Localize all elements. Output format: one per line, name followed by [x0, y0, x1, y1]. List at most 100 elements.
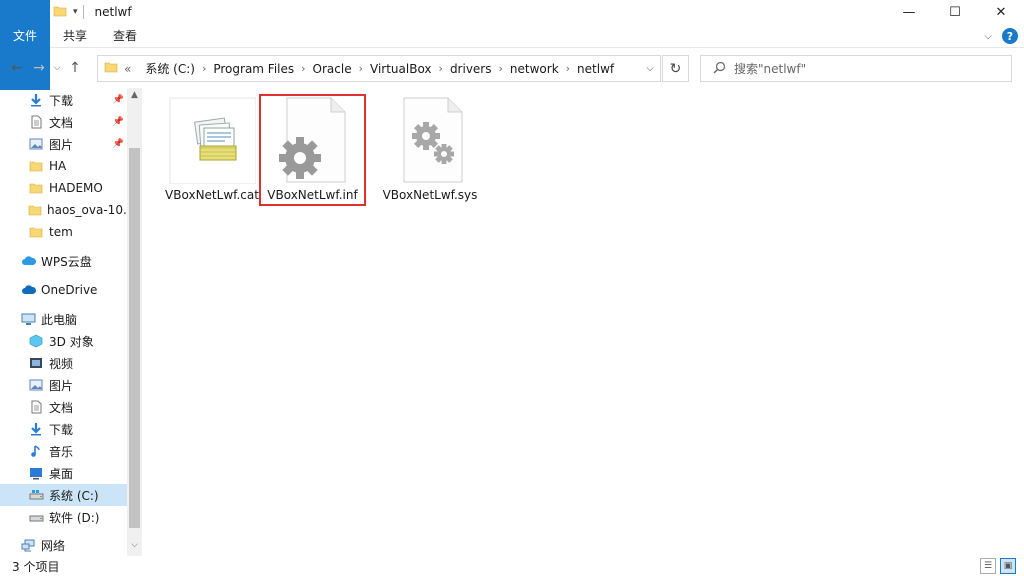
sidebar-item-label: 此电脑 — [41, 312, 78, 327]
sidebar-item-pictures[interactable]: 图片 — [0, 374, 128, 396]
file-name: VBoxNetLwf.inf — [267, 188, 358, 202]
sidebar-item-videos[interactable]: 视频 — [0, 352, 128, 374]
sidebar-item-hademo[interactable]: HADEMO — [0, 177, 128, 199]
sidebar-item-this-pc[interactable]: 此电脑 — [0, 308, 128, 330]
picture-icon — [28, 136, 44, 152]
tab-share[interactable]: 共享 — [50, 24, 100, 48]
3d-objects-icon — [28, 333, 44, 349]
sidebar-item-pictures-pinned[interactable]: 图片 📌 — [0, 133, 128, 155]
expand-ribbon-icon[interactable]: ⌵ — [984, 31, 992, 42]
navigation-pane-scrollbar[interactable]: ▲ ⌵ — [127, 88, 142, 556]
sidebar-item-haos-ova[interactable]: haos_ova-10.0. — [0, 199, 128, 221]
catalog-file-icon — [168, 96, 256, 184]
sidebar-item-downloads[interactable]: 下载 — [0, 418, 128, 440]
title-bar: ▾ netlwf — ☐ ✕ — [0, 0, 1024, 24]
sidebar-item-label: 图片 — [49, 137, 74, 152]
music-icon — [28, 443, 44, 459]
breadcrumb-virtualbox[interactable]: VirtualBox — [370, 62, 432, 76]
sidebar-item-label: 文档 — [49, 115, 74, 130]
folder-icon — [28, 180, 44, 196]
sidebar-item-label: haos_ova-10.0. — [47, 203, 128, 217]
search-input[interactable] — [734, 61, 994, 76]
address-bar[interactable]: « 系统 (C:) › Program Files › Oracle › Vir… — [97, 55, 661, 82]
cloud-icon — [20, 253, 36, 269]
customize-quick-access-icon[interactable]: ▾ — [73, 7, 78, 17]
drive-c-icon — [28, 487, 44, 503]
forward-button[interactable]: → — [28, 60, 50, 76]
tab-view[interactable]: 查看 — [100, 24, 150, 48]
sidebar-item-network[interactable]: 网络 — [0, 534, 128, 556]
computer-icon — [20, 311, 36, 327]
sidebar-item-label: 系统 (C:) — [49, 488, 99, 503]
up-button[interactable]: ↑ — [64, 60, 86, 76]
breadcrumb-program-files[interactable]: Program Files — [213, 62, 294, 76]
sidebar-item-desktop[interactable]: 桌面 — [0, 462, 128, 484]
sidebar-item-onedrive[interactable]: OneDrive — [0, 279, 128, 301]
sidebar-item-tem[interactable]: tem — [0, 221, 128, 243]
file-item-inf[interactable]: VBoxNetLwf.inf — [259, 94, 366, 206]
details-view-button[interactable]: ☰ — [980, 558, 996, 574]
breadcrumb-drivers[interactable]: drivers — [450, 62, 492, 76]
sidebar-item-wps-cloud[interactable]: WPS云盘 — [0, 250, 128, 272]
scroll-down-arrow[interactable]: ⌵ — [127, 540, 142, 550]
file-name: VBoxNetLwf.sys — [382, 188, 478, 202]
breadcrumb-oracle[interactable]: Oracle — [313, 62, 352, 76]
sidebar-item-label: 桌面 — [49, 466, 74, 481]
sidebar-item-label: HADEMO — [49, 181, 103, 195]
window-controls: — ☐ ✕ — [886, 0, 1024, 24]
sidebar-item-documents-pinned[interactable]: 文档 📌 — [0, 111, 128, 133]
sidebar-item-downloads-pinned[interactable]: 下载 📌 — [0, 89, 128, 111]
maximize-button[interactable]: ☐ — [932, 0, 978, 24]
scrollbar-thumb[interactable] — [129, 148, 140, 528]
scroll-up-arrow[interactable]: ▲ — [127, 90, 142, 100]
folder-icon — [28, 224, 44, 240]
document-icon — [28, 114, 44, 130]
video-icon — [28, 355, 44, 371]
large-icons-view-button[interactable]: ▣ — [1000, 558, 1016, 574]
document-icon — [28, 399, 44, 415]
breadcrumb-netlwf[interactable]: netlwf — [577, 62, 614, 76]
back-button[interactable]: ← — [6, 60, 28, 76]
ribbon-tabs: 文件 主页 共享 查看 ⌵ ? — [0, 0, 1024, 90]
sidebar-item-documents[interactable]: 文档 — [0, 396, 128, 418]
help-button[interactable]: ? — [1002, 28, 1018, 44]
address-history-dropdown[interactable]: ⌵ — [640, 63, 660, 74]
pin-icon: 📌 — [112, 117, 124, 127]
download-icon — [28, 421, 44, 437]
download-icon — [28, 92, 44, 108]
recent-locations-button[interactable]: ⌵ — [50, 63, 64, 73]
sidebar-item-ha[interactable]: HA — [0, 155, 128, 177]
sidebar-item-label: 图片 — [49, 378, 74, 393]
sidebar-item-3d-objects[interactable]: 3D 对象 — [0, 330, 128, 352]
breadcrumb-overflow[interactable]: « — [124, 62, 131, 76]
breadcrumb-network[interactable]: network — [510, 62, 559, 76]
navigation-pane: 下载 📌 文档 📌 图片 📌 HA HADEMO haos_ova-10.0. … — [0, 88, 142, 556]
drive-d-icon — [28, 509, 44, 525]
sidebar-item-label: HA — [49, 159, 67, 173]
sidebar-item-label: 文档 — [49, 400, 74, 415]
status-bar: 3 个项目 ☰ ▣ — [0, 556, 1024, 576]
sidebar-item-drive-c[interactable]: 系统 (C:) — [0, 484, 128, 506]
file-name: VBoxNetLwf.cat — [165, 188, 259, 202]
sidebar-item-label: OneDrive — [41, 283, 98, 297]
folder-icon — [104, 60, 118, 77]
sidebar-item-label: 下载 — [49, 93, 74, 108]
sidebar-item-label: 音乐 — [49, 444, 74, 459]
new-folder-icon[interactable] — [53, 4, 67, 21]
setup-info-file-icon — [269, 96, 357, 184]
pin-icon: 📌 — [112, 95, 124, 105]
file-item-sys[interactable]: VBoxNetLwf.sys — [375, 96, 485, 204]
pin-icon: 📌 — [112, 139, 124, 149]
sidebar-item-label: 下载 — [49, 422, 74, 437]
file-explorer-window: ▾ netlwf — ☐ ✕ 文件 主页 共享 查看 ⌵ ? ← → ⌵ ↑ — [0, 0, 1024, 576]
item-count: 3 个项目 — [12, 559, 60, 574]
refresh-button[interactable]: ↻ — [662, 55, 689, 82]
sidebar-item-music[interactable]: 音乐 — [0, 440, 128, 462]
minimize-button[interactable]: — — [886, 0, 932, 24]
file-item-cat[interactable]: VBoxNetLwf.cat — [162, 96, 262, 204]
search-box[interactable] — [700, 55, 1012, 82]
window-title: netlwf — [94, 5, 132, 19]
close-button[interactable]: ✕ — [978, 0, 1024, 24]
breadcrumb-drive-c[interactable]: 系统 (C:) — [145, 60, 195, 77]
sidebar-item-drive-d[interactable]: 软件 (D:) — [0, 506, 128, 528]
